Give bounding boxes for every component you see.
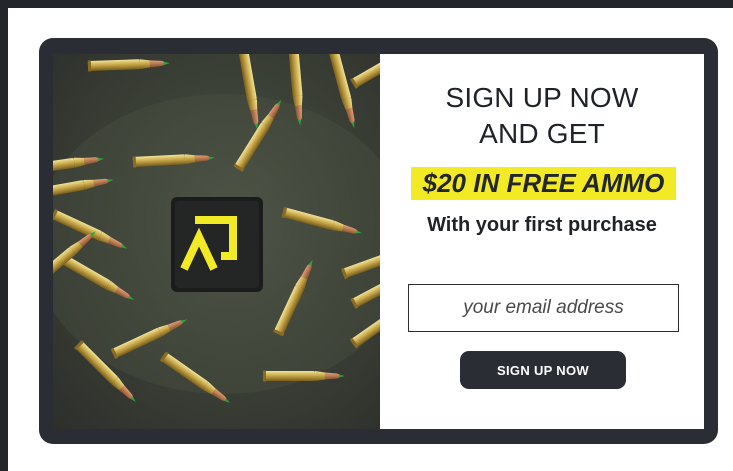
headline-line-1: SIGN UP NOW [445,82,639,113]
cartridge [87,57,171,72]
signup-modal: SIGN UP NOW AND GET $20 IN FREE AMMO Wit… [39,38,718,444]
offer-highlight: $20 IN FREE AMMO [411,167,676,200]
offer-subline: With your first purchase [427,214,657,236]
sign-up-button[interactable]: SIGN UP NOW [460,351,626,389]
cartridge [327,54,360,130]
cartridge [350,54,380,89]
headline-line-2: AND GET [479,118,605,149]
headline: SIGN UP NOW AND GET [380,80,704,152]
email-input[interactable] [408,284,679,332]
cartridge [263,370,345,382]
ammo-hero-image [53,54,380,429]
brand-logo-icon [171,197,263,292]
signup-panel: SIGN UP NOW AND GET $20 IN FREE AMMO Wit… [380,54,704,429]
